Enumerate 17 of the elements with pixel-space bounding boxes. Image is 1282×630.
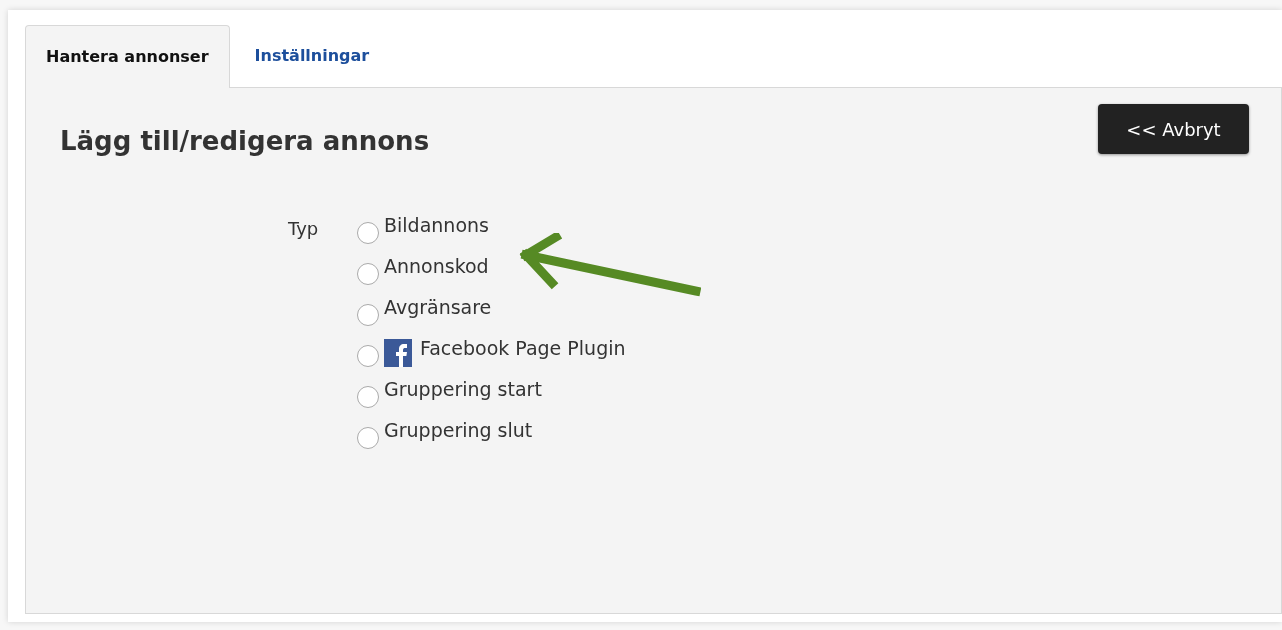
field-label: Typ — [288, 217, 320, 241]
tab[interactable]: Hantera annonser — [25, 25, 230, 88]
radio-button[interactable] — [357, 345, 379, 367]
option-label: Avgränsare — [384, 295, 492, 320]
radio-button[interactable] — [357, 222, 379, 244]
cancel-button[interactable]: << Avbryt — [1098, 104, 1249, 154]
option-label: Annonskod — [384, 254, 489, 279]
option-label: Bildannons — [384, 213, 489, 238]
radio-button[interactable] — [357, 304, 379, 326]
radio-button[interactable] — [357, 427, 379, 449]
form-title: Lägg till/redigera annons — [60, 125, 430, 158]
option-label: Gruppering slut — [384, 418, 533, 443]
radio-button[interactable] — [357, 263, 379, 285]
radio-button[interactable] — [357, 386, 379, 408]
option-label: Gruppering start — [384, 377, 542, 402]
facebook-icon — [384, 339, 412, 367]
option-label: Facebook Page Plugin — [420, 336, 626, 361]
